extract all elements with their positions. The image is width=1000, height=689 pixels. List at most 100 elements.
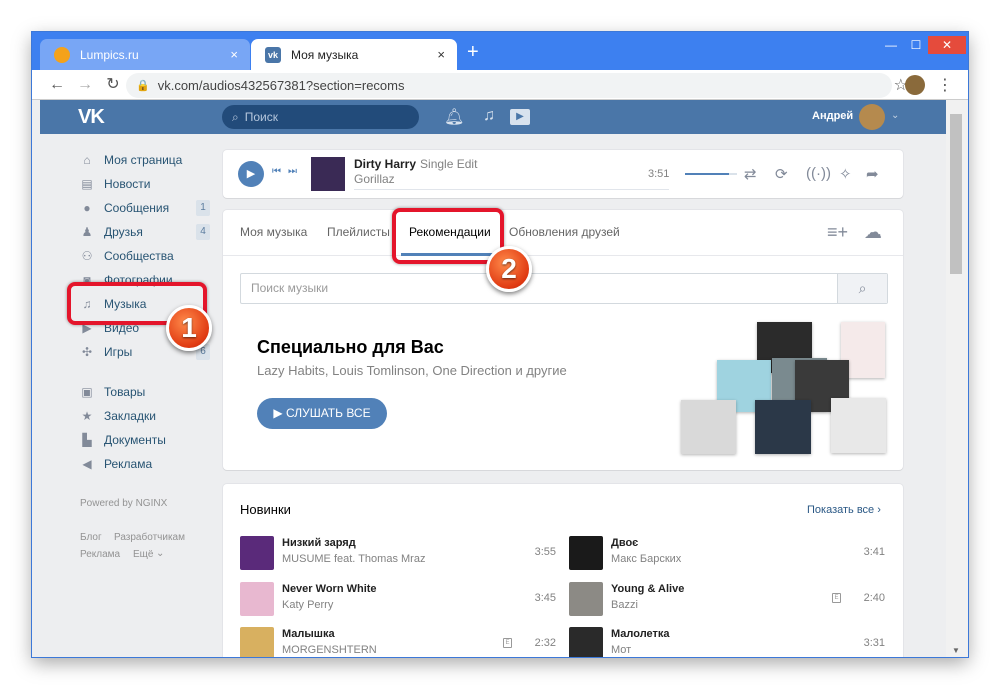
search-placeholder: Поиск	[244, 110, 278, 124]
share-icon[interactable]: ➦	[866, 165, 879, 183]
vk-search-input[interactable]: ⌕ Поиск	[222, 105, 419, 129]
volume-slider[interactable]	[685, 173, 729, 175]
news-icon: ▤	[81, 177, 93, 191]
album-cover[interactable]	[681, 400, 736, 454]
track-artist: MUSUME feat. Thomas Mraz	[282, 553, 426, 565]
footer-link-more[interactable]: Ещё	[133, 549, 153, 560]
sidebar-item-my-page[interactable]: ⌂ Моя страница	[80, 150, 210, 170]
progress-bar[interactable]	[354, 189, 669, 190]
sidebar-item-bookmarks[interactable]: ★ Закладки	[80, 406, 210, 426]
messages-count-badge: 1	[196, 200, 210, 216]
track-row[interactable]: Двоє Макс Барских 3:41	[569, 536, 885, 572]
track-duration: 2:40	[863, 592, 885, 604]
play-video-icon[interactable]: ▶	[510, 109, 530, 125]
profile-avatar[interactable]	[905, 75, 925, 95]
browser-window: Lumpics.ru × vk Моя музыка × + — ☐ ✕ ← →…	[32, 32, 968, 657]
powered-by-text: Powered by NGINX	[80, 498, 168, 509]
sidebar-item-label: Документы	[104, 433, 166, 447]
track-time: 3:51	[648, 168, 670, 180]
browser-menu-icon[interactable]: ⋮	[937, 75, 953, 95]
sidebar-item-messages[interactable]: ● Сообщения 1	[80, 198, 210, 218]
track-cover	[569, 627, 603, 657]
forward-button[interactable]: →	[74, 74, 96, 96]
user-name[interactable]: Андрей	[812, 110, 853, 122]
upload-cloud-icon[interactable]: ☁	[864, 222, 882, 243]
music-search-input[interactable]: Поиск музыки ⌕	[240, 273, 888, 304]
sidebar-item-ads[interactable]: ◀ Реклама	[80, 454, 210, 474]
play-button[interactable]: ▶	[238, 161, 264, 187]
tab-playlists[interactable]: Плейлисты	[327, 225, 390, 239]
track-title[interactable]: Dirty Harry Single Edit	[354, 157, 477, 171]
close-tab-icon[interactable]: ×	[230, 47, 238, 62]
vk-logo[interactable]: VK	[78, 106, 105, 129]
sidebar-item-label: Моя страница	[104, 153, 183, 167]
tab-title: Lumpics.ru	[80, 47, 139, 62]
bell-icon[interactable]: 🔔︎	[444, 107, 464, 127]
star-icon: ★	[81, 409, 93, 423]
lock-icon: 🔒	[136, 80, 150, 92]
shuffle-icon[interactable]: ⇄	[744, 165, 757, 183]
track-duration: 3:41	[863, 546, 885, 558]
broadcast-icon[interactable]: ((·))	[806, 165, 831, 182]
sidebar-item-news[interactable]: ▤ Новости	[80, 174, 210, 194]
track-cover	[240, 582, 274, 616]
sidebar-item-label: Игры	[104, 345, 133, 359]
tab-my-music[interactable]: vk Моя музыка ×	[251, 39, 457, 70]
scrollbar-thumb[interactable]	[950, 114, 962, 274]
back-button[interactable]: ←	[46, 74, 68, 96]
new-tab-button[interactable]: +	[467, 42, 479, 62]
sidebar-item-documents[interactable]: ▙ Документы	[80, 430, 210, 450]
track-name: Малышка	[282, 628, 335, 640]
tab-lumpics[interactable]: Lumpics.ru ×	[40, 39, 250, 70]
minimize-button[interactable]: —	[878, 36, 904, 54]
show-all-link[interactable]: Показать все ›	[807, 504, 881, 516]
search-icon[interactable]: ⌕	[837, 274, 887, 303]
tab-my-music[interactable]: Моя музыка	[240, 225, 307, 239]
explicit-icon: E	[832, 593, 841, 603]
step-1-badge: 1	[166, 305, 212, 351]
volume-slider-rest[interactable]	[729, 173, 737, 175]
track-duration: 3:31	[863, 637, 885, 649]
repeat-icon[interactable]: ⟳	[775, 165, 788, 183]
track-row[interactable]: Низкий заряд MUSUME feat. Thomas Mraz 3:…	[240, 536, 556, 572]
track-row[interactable]: Малолетка Мот 3:31	[569, 627, 885, 657]
album-cover[interactable]	[831, 398, 886, 453]
close-window-button[interactable]: ✕	[928, 36, 966, 54]
track-row[interactable]: Малышка MORGENSHTERN E 2:32	[240, 627, 556, 657]
browser-toolbar: ← → ↻ 🔒 vk.com/audios432567381?section=r…	[32, 70, 968, 100]
track-row[interactable]: Young & Alive Bazzi E 2:40	[569, 582, 885, 618]
track-name: Малолетка	[611, 628, 670, 640]
track-artist: Bazzi	[611, 599, 638, 611]
user-icon: ♟	[81, 225, 93, 239]
footer-link-blog[interactable]: Блог	[80, 532, 102, 543]
new-releases-panel: Новинки Показать все › Низкий заряд MUSU…	[223, 484, 903, 657]
listen-all-button[interactable]: ▶ СЛУШАТЬ ВСЕ	[257, 398, 387, 429]
similar-icon[interactable]: ✧	[839, 165, 852, 183]
album-cover[interactable]	[755, 400, 811, 454]
sidebar-item-goods[interactable]: ▣ Товары	[80, 382, 210, 402]
track-name: Низкий заряд	[282, 537, 356, 549]
explicit-icon: E	[503, 638, 512, 648]
music-note-icon[interactable]: ♫	[483, 107, 495, 125]
scrollbar[interactable]: ▼	[946, 100, 968, 657]
sidebar-item-groups[interactable]: ⚇ Сообщества	[80, 246, 210, 266]
track-artist[interactable]: Gorillaz	[354, 172, 395, 186]
reload-button[interactable]: ↻	[102, 74, 124, 96]
add-playlist-icon[interactable]: ≡+	[827, 222, 848, 243]
tab-friends-updates[interactable]: Обновления друзей	[509, 225, 620, 239]
lumpics-favicon-icon	[54, 46, 70, 63]
footer-link-ads[interactable]: Реклама	[80, 549, 120, 560]
track-row[interactable]: Never Worn White Katy Perry 3:45	[240, 582, 556, 618]
footer-link-developers[interactable]: Разработчикам	[114, 532, 185, 543]
avatar[interactable]	[859, 104, 885, 130]
address-bar[interactable]: 🔒 vk.com/audios432567381?section=recoms …	[126, 73, 908, 98]
maximize-button[interactable]: ☐	[903, 36, 929, 54]
close-tab-icon[interactable]: ×	[437, 47, 445, 62]
sidebar-item-friends[interactable]: ♟ Друзья 4	[80, 222, 210, 242]
next-track-icon[interactable]: ⏭	[288, 166, 297, 177]
highlight-recommendations-callout	[392, 208, 504, 264]
chevron-down-icon[interactable]: ⌄	[891, 110, 899, 121]
previous-track-icon[interactable]: ⏮	[272, 166, 281, 177]
vk-header: VK ⌕ Поиск 🔔︎ ♫ ▶ Андрей ⌄	[40, 100, 946, 134]
scroll-down-icon[interactable]: ▼	[952, 646, 960, 655]
